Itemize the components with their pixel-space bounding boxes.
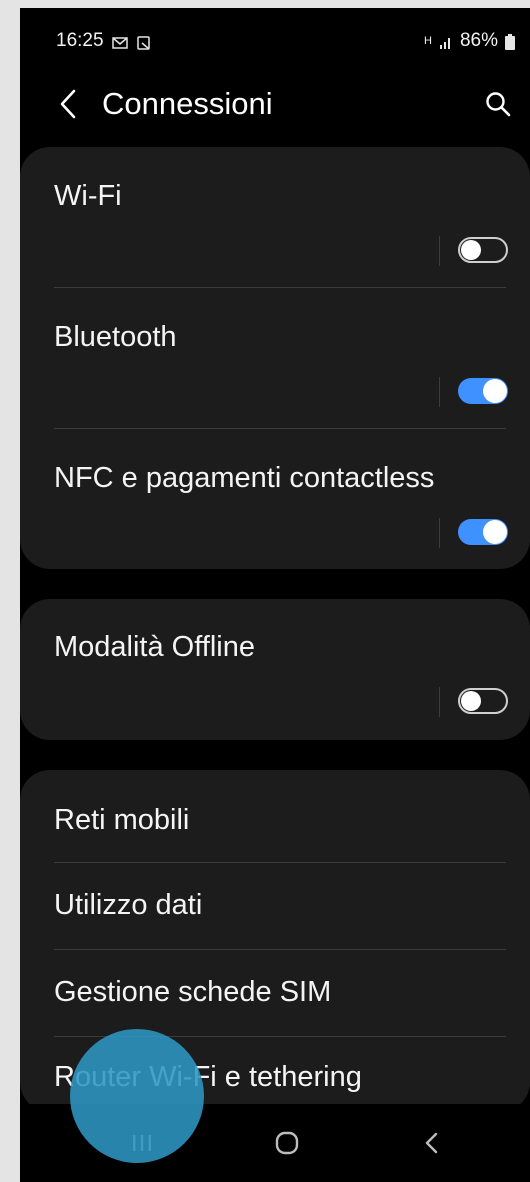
battery-icon (504, 34, 520, 50)
vertical-separator (439, 377, 440, 407)
mail-icon (111, 34, 128, 49)
offline-mode-label: Modalità Offline (54, 631, 255, 663)
phone-screen: 16:25 H 86% Connessioni Wi-Fi Bluetooth … (20, 8, 530, 1182)
bluetooth-row[interactable]: Bluetooth (20, 288, 530, 429)
network-type: H (424, 35, 432, 47)
wifi-toggle[interactable] (458, 237, 508, 263)
status-bar: 16:25 H 86% (20, 8, 530, 68)
data-usage-label: Utilizzo dati (54, 889, 203, 921)
hotspot-tethering-label: Router Wi-Fi e tethering (54, 1061, 362, 1093)
search-icon (486, 92, 511, 117)
data-usage-row[interactable]: Utilizzo dati (20, 863, 530, 950)
navigation-bar (20, 1104, 530, 1182)
mobile-networks-label: Reti mobili (54, 804, 190, 836)
back-button[interactable] (48, 80, 88, 128)
toggle-knob (461, 240, 481, 260)
app-header: Connessioni (20, 68, 530, 148)
bluetooth-toggle[interactable] (458, 378, 508, 404)
status-right: H 86% (424, 30, 520, 52)
nfc-toggle[interactable] (458, 519, 508, 545)
hotspot-tethering-row[interactable]: Router Wi-Fi e tethering (20, 1037, 530, 1112)
toggle-knob (483, 379, 507, 403)
search-button[interactable] (476, 82, 520, 126)
recents-icon (133, 1135, 151, 1151)
chevron-left-icon (60, 89, 76, 119)
offline-mode-card: Modalità Offline (20, 599, 530, 740)
wifi-label: Wi-Fi (54, 180, 122, 212)
vertical-separator (439, 687, 440, 717)
status-time: 16:25 (56, 30, 104, 51)
connections-toggle-card: Wi-Fi Bluetooth NFC e pagamenti contactl… (20, 147, 530, 569)
battery-level: 86% (459, 30, 498, 51)
home-icon (275, 1131, 299, 1155)
sim-manager-label: Gestione schede SIM (54, 976, 332, 1008)
toggle-knob (483, 520, 507, 544)
signal-bars-icon (438, 34, 454, 49)
sim-manager-row[interactable]: Gestione schede SIM (20, 950, 530, 1037)
toggle-knob (461, 691, 481, 711)
home-button[interactable] (257, 1120, 317, 1166)
vertical-separator (439, 518, 440, 548)
page-title: Connessioni (102, 86, 273, 121)
bluetooth-label: Bluetooth (54, 321, 177, 353)
offline-mode-row[interactable]: Modalità Offline (20, 599, 530, 740)
wifi-row[interactable]: Wi-Fi (20, 147, 530, 288)
status-left: 16:25 (56, 30, 152, 52)
offline-mode-toggle[interactable] (458, 688, 508, 714)
nfc-label: NFC e pagamenti contactless (54, 462, 435, 494)
nfc-row[interactable]: NFC e pagamenti contactless (20, 429, 530, 569)
recents-button[interactable] (112, 1120, 172, 1166)
connections-menu-card: Reti mobili Utilizzo dati Gestione sched… (20, 770, 530, 1112)
screenshot-icon (136, 34, 152, 50)
vertical-separator (439, 236, 440, 266)
back-icon (425, 1132, 438, 1154)
mobile-networks-row[interactable]: Reti mobili (20, 770, 530, 863)
nav-back-button[interactable] (402, 1120, 462, 1166)
